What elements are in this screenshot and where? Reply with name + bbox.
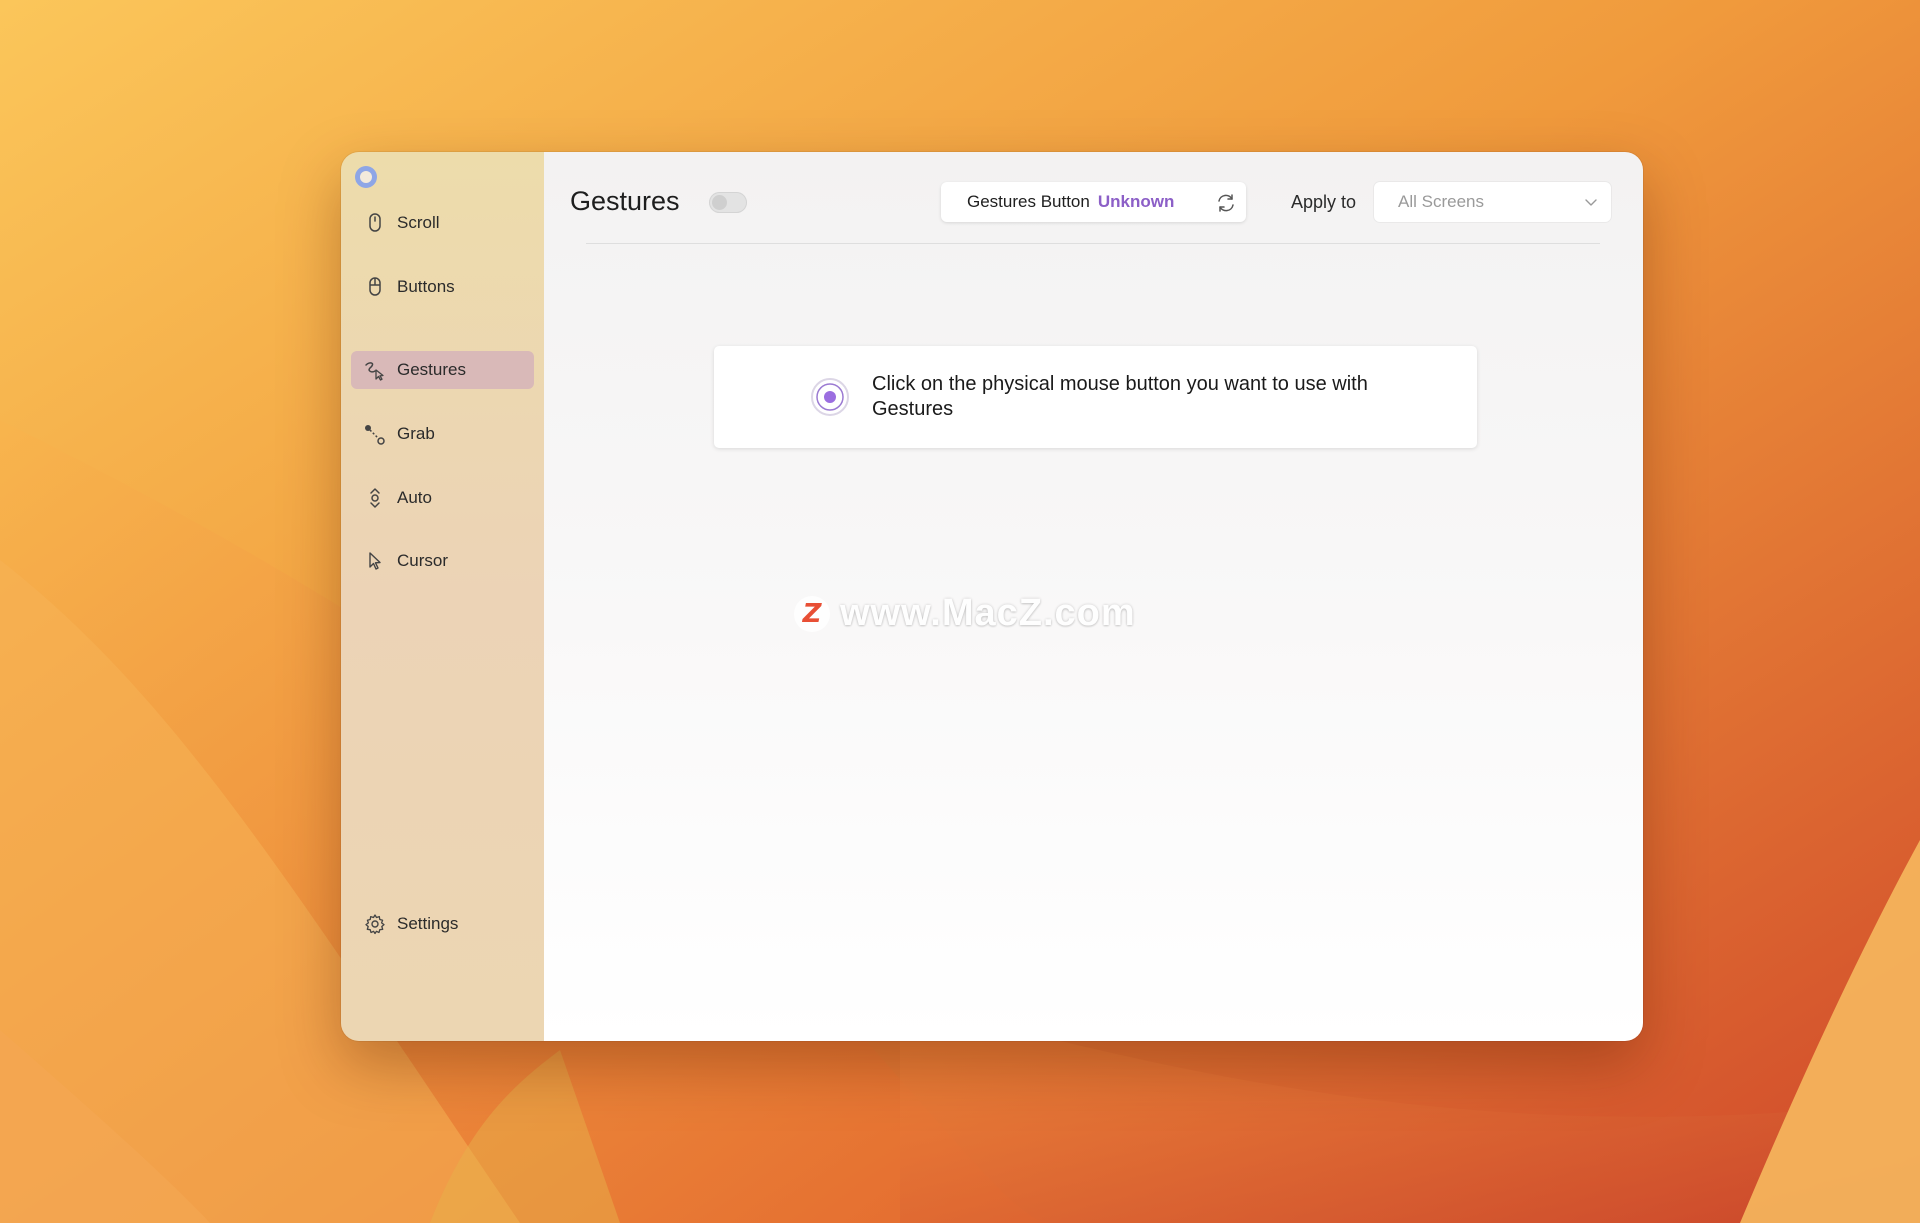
toggle-knob (712, 195, 727, 210)
gesture-cursor-icon (363, 358, 387, 382)
grab-path-icon (363, 422, 387, 446)
apply-to-value: All Screens (1398, 192, 1484, 211)
sidebar-item-label: Settings (397, 914, 459, 933)
sidebar-item-label: Buttons (397, 277, 455, 296)
mouse-icon (363, 211, 387, 235)
sidebar-item-buttons[interactable]: Buttons (351, 268, 534, 306)
sidebar: Scroll Buttons Gestures Grab Auto Cursor… (341, 152, 544, 1041)
sidebar-item-label: Gestures (397, 360, 466, 379)
gestures-button-field[interactable]: Gestures Button Unknown (941, 182, 1246, 222)
sidebar-item-settings[interactable]: Settings (351, 905, 534, 943)
gestures-button-label: Gestures Button (967, 192, 1090, 211)
auto-scroll-icon (363, 486, 387, 510)
main-pane: Gestures Gestures Button Unknown Apply t… (544, 152, 1643, 1041)
gestures-enable-toggle[interactable] (709, 192, 747, 213)
mouse-buttons-icon (363, 275, 387, 299)
sidebar-item-cursor[interactable]: Cursor (351, 542, 534, 580)
sidebar-item-grab[interactable]: Grab (351, 415, 534, 453)
prompt-text: Click on the physical mouse button you w… (872, 373, 1368, 420)
chevron-down-icon (1583, 194, 1599, 210)
watermark-logo: Z (794, 595, 830, 632)
watermark-text: www.MacZ.com (840, 592, 1136, 634)
page-title: Gestures (570, 186, 680, 216)
sidebar-item-auto[interactable]: Auto (351, 479, 534, 517)
sidebar-item-label: Auto (397, 488, 432, 507)
cursor-arrow-icon (363, 549, 387, 573)
header-divider (586, 243, 1600, 244)
sidebar-item-label: Scroll (397, 213, 440, 232)
apply-to-label: Apply to (1291, 192, 1357, 212)
sidebar-item-label: Grab (397, 424, 435, 443)
watermark: Z www.MacZ.com (794, 592, 1136, 635)
button-capture-prompt[interactable]: Click on the physical mouse button you w… (714, 346, 1477, 448)
sidebar-item-scroll[interactable]: Scroll (351, 204, 534, 242)
apply-to-select[interactable]: All Screens (1374, 182, 1611, 222)
record-radio-icon (810, 377, 850, 417)
sidebar-item-gestures[interactable]: Gestures (351, 351, 534, 389)
circle-ring-icon (355, 166, 377, 188)
sidebar-item-label: Cursor (397, 551, 449, 570)
gear-icon (363, 912, 387, 936)
refresh-icon[interactable] (1214, 191, 1238, 215)
app-window: Scroll Buttons Gestures Grab Auto Cursor… (341, 152, 1643, 1041)
gestures-button-value: Unknown (1097, 192, 1175, 211)
